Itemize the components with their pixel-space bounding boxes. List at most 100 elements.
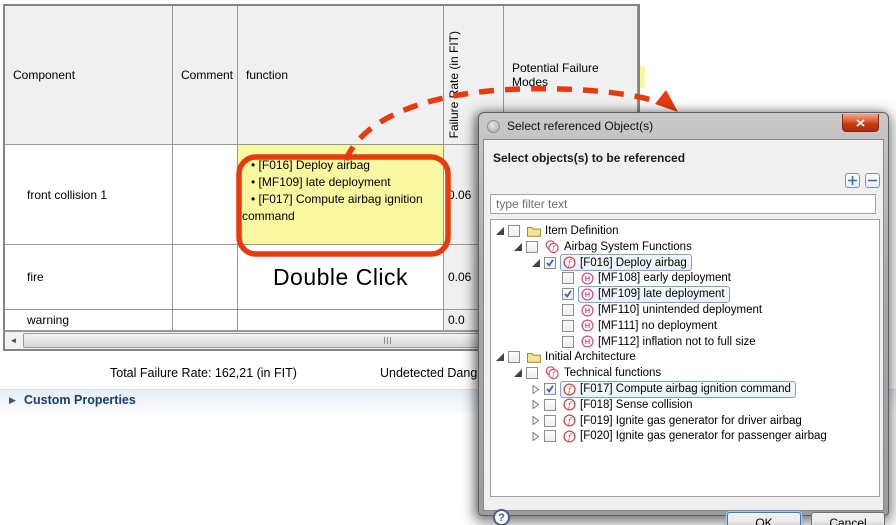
total-failure-rate-label: Total Failure Rate: 162,21 (in FIT): [110, 366, 297, 380]
custom-properties-label: Custom Properties: [24, 393, 136, 407]
dialog-title: Select referenced Object(s): [507, 119, 654, 133]
tree-item[interactable]: f [F019] Ignite gas generator for driver …: [531, 413, 807, 429]
collapse-all-button[interactable]: [865, 173, 880, 188]
tree-item-content[interactable]: Item Definition: [524, 223, 624, 240]
tree-item-label: [F016] Deploy airbag: [580, 256, 687, 269]
tree-item-content[interactable]: H [MF112] inflation not to full size: [578, 333, 761, 350]
cell-comment[interactable]: [173, 245, 238, 310]
close-button[interactable]: [842, 114, 879, 132]
tree-checkbox[interactable]: [544, 398, 556, 411]
cell-component[interactable]: fire: [5, 245, 173, 310]
cell-function-highlighted[interactable]: [F016] Deploy airbag[MF109] late deploym…: [238, 145, 444, 245]
tree-expanded-icon[interactable]: [531, 258, 541, 267]
tree-item-label: [F017] Compute airbag ignition command: [580, 383, 791, 395]
tree-item[interactable]: H [MF112] inflation not to full size: [549, 334, 761, 350]
tree-item-label: [MF109] late deployment: [598, 288, 725, 301]
tree-expanded-icon[interactable]: [513, 242, 523, 251]
cell-text: 0.0: [448, 313, 465, 327]
tree-item[interactable]: f [F018] Sense collision: [531, 397, 698, 413]
tree-checkbox[interactable]: [562, 319, 574, 332]
tree-item-content[interactable]: Initial Architecture: [524, 349, 641, 366]
cell-component[interactable]: warning: [5, 310, 173, 331]
tree-item-content[interactable]: H [MF111] no deployment: [578, 317, 722, 334]
tree-checkbox[interactable]: [526, 367, 538, 380]
tree-item-label: [F018] Sense collision: [580, 398, 693, 411]
cancel-button[interactable]: Cancel: [811, 512, 885, 525]
function-icon: f: [563, 382, 576, 396]
tree-checkbox[interactable]: [544, 430, 556, 443]
functions-icon: f: [545, 239, 560, 254]
function-icon: f: [563, 430, 576, 443]
tree-item-selected-highlight[interactable]: H [MF109] late deployment: [578, 285, 730, 303]
dialog-icon: [487, 119, 500, 133]
tree-checkbox[interactable]: [562, 288, 574, 301]
ok-button[interactable]: OK: [727, 512, 801, 525]
tree-checkbox[interactable]: [544, 256, 556, 269]
objects-tree[interactable]: Item Definition f Airbag System Functions f…: [490, 219, 880, 497]
tree-item[interactable]: Item Definition: [495, 223, 624, 239]
tree-item[interactable]: H [MF111] no deployment: [549, 318, 722, 334]
tree-item[interactable]: H [MF110] unintended deployment: [549, 302, 767, 318]
tree-collapsed-icon[interactable]: [531, 416, 541, 426]
svg-text:H: H: [585, 290, 590, 299]
tree-item[interactable]: f [F020] Ignite gas generator for passeng…: [531, 428, 832, 444]
tree-item-label: [F020] Ignite gas generator for passenge…: [580, 430, 827, 443]
cell-text: front collision 1: [27, 187, 108, 202]
scroll-left-arrow-icon[interactable]: ◄: [5, 332, 22, 348]
column-header-label: Component: [13, 68, 76, 82]
column-header-label: Comment: [181, 68, 234, 82]
tree-item[interactable]: f [F016] Deploy airbag: [531, 254, 692, 272]
tree-checkbox[interactable]: [562, 304, 574, 316]
column-header-label: Failure Rate (in FIT): [447, 30, 461, 138]
cell-comment[interactable]: [173, 145, 238, 245]
tree-item[interactable]: f [F017] Compute airbag ignition command: [531, 380, 796, 398]
tree-expanded-icon[interactable]: [513, 369, 523, 378]
tree-item[interactable]: Initial Architecture: [495, 349, 641, 365]
tree-checkbox[interactable]: [508, 225, 520, 237]
tree-checkbox[interactable]: [526, 240, 538, 253]
tree-item-selected-highlight[interactable]: f [F016] Deploy airbag: [560, 254, 692, 272]
tree-item-content[interactable]: f Technical functions: [542, 365, 666, 382]
tree-item[interactable]: H [MF108] early deployment: [549, 270, 736, 286]
cell-function[interactable]: [238, 310, 444, 331]
tree-item-content[interactable]: H [MF108] early deployment: [578, 270, 736, 287]
cell-comment[interactable]: [173, 310, 238, 331]
cell-function[interactable]: Double Click: [238, 245, 444, 310]
tree-item-content[interactable]: f [F020] Ignite gas generator for passeng…: [560, 428, 832, 445]
tree-item[interactable]: H [MF109] late deployment: [549, 285, 730, 303]
tree-item-label: Initial Architecture: [545, 351, 636, 364]
tree-item[interactable]: f Airbag System Functions: [513, 239, 697, 255]
tree-expanded-icon[interactable]: [495, 227, 505, 235]
tree-item-label: Airbag System Functions: [564, 240, 692, 253]
double-click-annotation: Double Click: [272, 263, 409, 290]
dialog-titlebar[interactable]: Select referenced Object(s): [479, 113, 888, 139]
tree-item-label: Item Definition: [545, 225, 619, 237]
tree-collapsed-icon[interactable]: [531, 384, 541, 394]
tree-checkbox[interactable]: [562, 335, 574, 348]
function-list-item: [F016] Deploy airbag: [242, 157, 435, 174]
tree-item-content[interactable]: f [F018] Sense collision: [560, 396, 698, 413]
tree-item-selected-highlight[interactable]: f [F017] Compute airbag ignition command: [560, 380, 796, 398]
tree-item-content[interactable]: f [F019] Ignite gas generator for driver …: [560, 412, 807, 429]
tree-checkbox[interactable]: [508, 351, 520, 364]
filter-input[interactable]: [490, 194, 876, 214]
dialog-instruction-label: Select objects(s) to be referenced: [493, 151, 686, 165]
tree-item-content[interactable]: f Airbag System Functions: [542, 238, 697, 255]
tree-collapsed-icon[interactable]: [531, 431, 541, 441]
tree-item-label: [MF111] no deployment: [598, 319, 718, 332]
tree-item-content[interactable]: H [MF110] unintended deployment: [578, 302, 767, 319]
tree-item[interactable]: f Technical functions: [513, 365, 666, 381]
expand-arrow-icon[interactable]: ▶: [9, 395, 16, 406]
cell-text: 0.06: [448, 187, 472, 202]
tree-collapsed-icon[interactable]: [531, 400, 541, 410]
tree-expanded-icon[interactable]: [495, 353, 505, 362]
tree-checkbox[interactable]: [544, 414, 556, 427]
cell-component[interactable]: front collision 1: [5, 145, 173, 245]
tree-checkbox[interactable]: [544, 383, 556, 395]
column-header-label: function: [246, 68, 289, 82]
red-arrowhead: [655, 90, 678, 112]
tree-item-label: [MF110] unintended deployment: [598, 304, 763, 316]
expand-all-button[interactable]: [845, 173, 860, 188]
tree-checkbox[interactable]: [562, 272, 574, 285]
help-button[interactable]: ?: [493, 509, 510, 525]
